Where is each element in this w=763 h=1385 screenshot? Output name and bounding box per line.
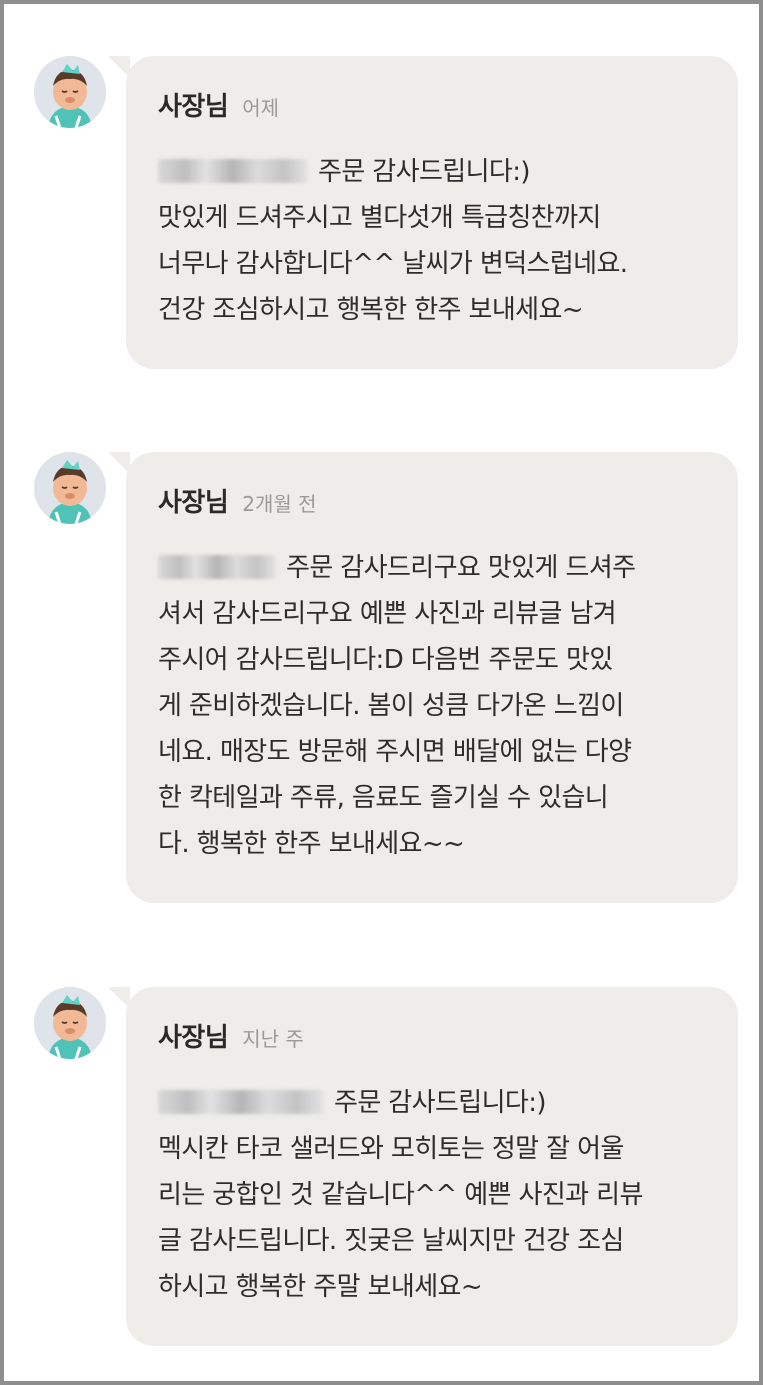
reply-line: 셔서 감사드리구요 예쁜 사진과 리뷰글 남겨	[158, 599, 617, 629]
reply-text: 주문 감사드리구요 맛있게 드셔주 셔서 감사드리구요 예쁜 사진과 리뷰글 남…	[158, 545, 704, 867]
reply-time: 어제	[242, 96, 280, 120]
blurred-username	[158, 1090, 324, 1114]
reply-line: 맛있게 드셔주시고 별다섯개 특급칭찬까지	[158, 203, 601, 233]
reply-author: 사장님	[158, 488, 229, 518]
reply-text: 주문 감사드립니다:) 멕시칸 타코 샐러드와 모히토는 정말 잘 어울 리는 …	[158, 1080, 704, 1310]
owner-avatar-icon	[34, 56, 106, 128]
reply-bubble: 사장님 지난 주 주문 감사드립니다:) 멕시칸 타코 샐러드와 모히토는 정말…	[108, 987, 738, 1346]
reply-line: 네요. 매장도 방문해 주시면 배달에 없는 다양	[158, 737, 632, 767]
reply-intro: 주문 감사드립니다:)	[334, 1088, 547, 1118]
owner-avatar-icon	[34, 452, 106, 524]
blurred-username	[158, 159, 308, 183]
reply-bubble: 사장님 2개월 전 주문 감사드리구요 맛있게 드셔주 셔서 감사드리구요 예쁜…	[108, 452, 738, 903]
reply-line: 리는 궁합인 것 같습니다^^ 예쁜 사진과 리뷰	[158, 1180, 643, 1210]
blurred-username	[158, 555, 276, 579]
reply-time: 2개월 전	[242, 492, 317, 516]
reply-line: 하시고 행복한 주말 보내세요~	[158, 1272, 483, 1302]
reply-author: 사장님	[158, 92, 229, 122]
reply-time: 지난 주	[242, 1027, 304, 1051]
reply-line: 다. 행복한 한주 보내세요~~	[158, 829, 465, 859]
reply-bubble: 사장님 어제 주문 감사드립니다:) 맛있게 드셔주시고 별다섯개 특급칭찬까지…	[108, 56, 738, 369]
reply-line: 멕시칸 타코 샐러드와 모히토는 정말 잘 어울	[158, 1134, 624, 1164]
reply-line: 너무나 감사합니다^^ 날씨가 변덕스럽네요.	[158, 249, 628, 279]
reply-intro: 주문 감사드립니다:)	[318, 157, 531, 187]
reply-author: 사장님	[158, 1023, 229, 1053]
reply-line: 주시어 감사드립니다:D 다음번 주문도 맛있	[158, 645, 613, 675]
reply-line: 한 칵테일과 주류, 음료도 즐기실 수 있습니	[158, 783, 609, 813]
owner-avatar-icon	[34, 987, 106, 1059]
review-reply-list: 사장님 어제 주문 감사드립니다:) 맛있게 드셔주시고 별다섯개 특급칭찬까지…	[0, 0, 763, 1385]
reply-intro: 주문 감사드리구요 맛있게 드셔주	[286, 553, 636, 583]
reply-line: 글 감사드립니다. 짓궂은 날씨지만 건강 조심	[158, 1226, 624, 1256]
reply-line: 건강 조심하시고 행복한 한주 보내세요~	[158, 295, 584, 325]
reply-text: 주문 감사드립니다:) 맛있게 드셔주시고 별다섯개 특급칭찬까지 너무나 감사…	[158, 149, 704, 333]
reply-line: 게 준비하겠습니다. 봄이 성큼 다가온 느낌이	[158, 691, 624, 721]
